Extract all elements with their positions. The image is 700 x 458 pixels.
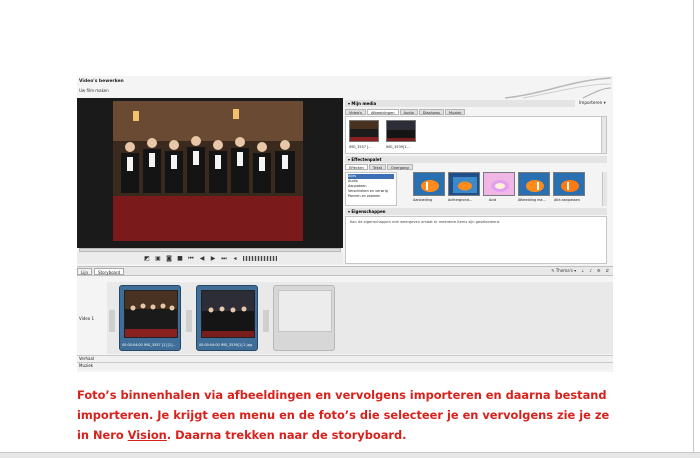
settings-icon[interactable]: ⚙: [597, 268, 601, 273]
camera-icon[interactable]: ◙: [166, 255, 173, 262]
preview-window: [77, 98, 343, 248]
effect-thumb-2[interactable]: [448, 172, 480, 196]
effects-panel-header[interactable]: ▾ Effectenpalet: [345, 156, 607, 163]
mix-icon[interactable]: ⇵: [606, 268, 609, 273]
storyboard-clip-2-label: 00:00:04:00 IMG_3539[1] 2.jpg: [199, 343, 253, 347]
snapshot-icon[interactable]: ◩: [144, 255, 151, 262]
next-icon[interactable]: ⏭: [221, 255, 228, 262]
tab-timeline[interactable]: Lijn: [77, 268, 92, 275]
storyboard-clip-1[interactable]: 00:00:04:00 IMG_3557 [1] [1]...: [119, 285, 181, 351]
effect-label-3: Acid: [489, 198, 497, 202]
properties-hint: Kan de eigenschappen niet weergeven omda…: [350, 220, 501, 224]
effects-tab-effects[interactable]: Effecten: [345, 164, 368, 170]
app-subtitle: Uw film maken: [79, 88, 109, 93]
effect-label-1: Aanbieding: [413, 198, 433, 202]
effect-label-5: Alfa aanpassen: [554, 198, 580, 202]
media-thumb-1[interactable]: [349, 120, 379, 142]
properties-panel-header[interactable]: ▾ Eigenschappen: [345, 208, 607, 215]
storyboard-area: 00:00:04:00 IMG_3557 [1] [1]... 00:00:04…: [107, 282, 613, 354]
storyboard-gap: [109, 310, 115, 332]
transport-controls: ◩ ▣ ◙ ■ ⏮ ◀ ▶ ⏭ ◂: [77, 252, 343, 264]
media-grid: IMG_3557 [... IMG_3539[1...: [345, 116, 607, 154]
media-tab-videos[interactable]: Video's: [345, 109, 366, 115]
effect-thumb-5[interactable]: [553, 172, 585, 196]
properties-panel-title: Eigenschappen: [351, 209, 386, 214]
aspect-icon[interactable]: ▣: [155, 255, 162, 262]
storyboard-clip-2[interactable]: 00:00:04:00 IMG_3539[1] 2.jpg: [196, 285, 258, 351]
media-scrollbar[interactable]: [601, 117, 606, 153]
effects-panel-title: Effectenpalet: [351, 157, 382, 162]
effects-category-list: Alles Audio Aanpassen Verschieben en ver…: [345, 172, 397, 206]
media-thumb-1-label: IMG_3557 [...: [349, 145, 372, 149]
storyboard-clip-1-label: 00:00:04:00 IMG_3557 [1] [1]...: [122, 343, 176, 347]
prev-icon[interactable]: ⏮: [188, 255, 195, 262]
effects-category-panzoom[interactable]: Pannen en zoomen: [348, 194, 394, 199]
preview-photo: [113, 101, 303, 241]
media-tabs: Video's Afbeeldingen Audio Diashows Muzi…: [345, 109, 466, 115]
effect-label-4: Afbeelding ma...: [518, 198, 546, 202]
media-panel-header[interactable]: ▾ Mijn media: [345, 100, 575, 107]
storyboard-empty-slot[interactable]: [273, 285, 335, 351]
effects-tab-text[interactable]: Tekst: [368, 164, 387, 170]
storyboard-clip-2-thumb: [201, 290, 255, 338]
caption-link-vision[interactable]: Vision: [128, 428, 167, 442]
media-tab-images[interactable]: Afbeeldingen: [366, 109, 399, 115]
themes-button[interactable]: ✎ Thema's ▾: [551, 268, 576, 273]
track-label-music: Muziek: [79, 363, 93, 368]
caption-text-2: . Daarna trekken naar de storyboard.: [166, 428, 407, 442]
effect-thumb-1[interactable]: [413, 172, 445, 196]
import-button[interactable]: Importeren ▾: [579, 100, 606, 105]
import-label: Importeren: [579, 100, 603, 105]
document-page: Video's bewerken Uw film maken ◩ ▣ ◙ ■ ⏮…: [0, 0, 700, 458]
track-label-narration: Verhaal: [79, 356, 95, 361]
narration-track[interactable]: Verhaal: [77, 355, 613, 362]
page-edge: [693, 0, 694, 452]
storyboard-gap: [186, 310, 192, 332]
music-track[interactable]: Muziek: [77, 362, 613, 369]
effect-thumb-3[interactable]: [483, 172, 515, 196]
play-icon[interactable]: ▶: [210, 255, 217, 262]
properties-area: Kan de eigenschappen niet weergeven omda…: [345, 216, 607, 264]
page-bottom-edge: [0, 452, 700, 458]
tab-storyboard[interactable]: Storyboard: [94, 268, 125, 275]
volume-level[interactable]: [242, 255, 277, 261]
effect-thumb-4[interactable]: [518, 172, 550, 196]
effects-tabs: Effecten Tekst Overgang: [345, 164, 413, 170]
media-thumb-2-label: IMG_3539[1...: [386, 145, 410, 149]
media-panel-title: Mijn media: [351, 101, 377, 106]
effect-label-2: Achtergrond...: [448, 198, 473, 202]
volume-icon[interactable]: ◂: [232, 255, 239, 262]
themes-label: Thema's: [555, 268, 573, 273]
stop-icon[interactable]: ■: [177, 255, 184, 262]
timeline-toolbar: ✎ Thema's ▾ ⇣ ♪ ⚙ ⇵: [551, 268, 609, 273]
effects-scrollbar[interactable]: [602, 172, 607, 206]
timeline-tabbar: Lijn Storyboard ✎ Thema's ▾ ⇣ ♪ ⚙ ⇵: [77, 266, 613, 276]
marker-icon[interactable]: ⇣: [581, 268, 584, 273]
nero-swoosh-logo: [504, 77, 612, 99]
effects-tab-transition[interactable]: Overgang: [387, 164, 413, 170]
audio-icon[interactable]: ♪: [589, 268, 592, 273]
app-title: Video's bewerken: [79, 79, 124, 84]
media-tab-audio[interactable]: Audio: [399, 109, 418, 115]
media-tab-slideshows[interactable]: Diashows: [418, 109, 444, 115]
media-tab-music[interactable]: Muziek: [444, 109, 466, 115]
storyboard-gap: [263, 310, 269, 332]
instruction-caption: Foto’s binnenhalen via afbeeldingen en v…: [77, 385, 617, 445]
nero-vision-screenshot: Video's bewerken Uw film maken ◩ ▣ ◙ ■ ⏮…: [77, 76, 613, 372]
track-label-video: Video 1: [79, 316, 95, 321]
storyboard-empty-placeholder: [278, 290, 332, 332]
media-thumb-2[interactable]: [386, 120, 416, 142]
storyboard-clip-1-thumb: [124, 290, 178, 338]
rewind-icon[interactable]: ◀: [199, 255, 206, 262]
